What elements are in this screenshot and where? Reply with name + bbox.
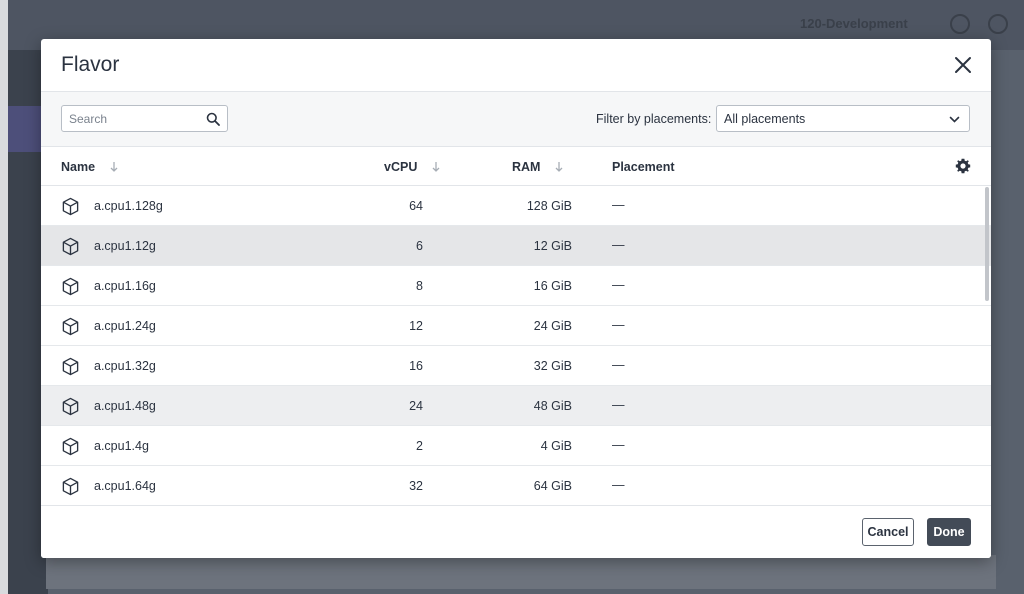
- table-header: Name vCPU RAM Placement: [41, 147, 991, 186]
- column-header-ram[interactable]: RAM: [512, 160, 564, 174]
- row-ram: 12 GiB: [533, 239, 572, 253]
- cube-icon: [61, 477, 80, 496]
- row-vcpu: 6: [416, 239, 423, 253]
- row-placement: —: [612, 198, 625, 212]
- placement-filter-value: All placements: [724, 112, 806, 126]
- row-name: a.cpu1.24g: [94, 319, 156, 333]
- row-ram: 32 GiB: [533, 359, 572, 373]
- row-placement: —: [612, 358, 625, 372]
- sort-arrow-down-icon: [110, 162, 118, 172]
- background-project-selector: 120-Development: [800, 16, 908, 31]
- cube-icon: [61, 437, 80, 456]
- row-vcpu: 12: [409, 319, 423, 333]
- search-icon[interactable]: [206, 112, 220, 126]
- row-name: a.cpu1.48g: [94, 399, 156, 413]
- sort-arrow-down-icon: [432, 162, 440, 172]
- row-placement: —: [612, 478, 625, 492]
- row-vcpu: 64: [409, 199, 423, 213]
- background-edge: [0, 0, 8, 594]
- row-vcpu: 8: [416, 279, 423, 293]
- cube-icon: [61, 317, 80, 336]
- cube-icon: [61, 397, 80, 416]
- row-name: a.cpu1.128g: [94, 199, 163, 213]
- row-name: a.cpu1.16g: [94, 279, 156, 293]
- cancel-button[interactable]: Cancel: [862, 518, 914, 546]
- column-header-name-label: Name: [61, 160, 96, 174]
- search-input[interactable]: [62, 106, 197, 131]
- user-icon: [988, 14, 1008, 34]
- chevron-down-icon: [949, 116, 960, 123]
- column-header-name[interactable]: Name: [61, 160, 119, 174]
- column-header-placement: Placement: [612, 160, 675, 174]
- placement-filter-select[interactable]: All placements: [716, 105, 970, 132]
- flavor-table-body: a.cpu1.128g 64 128 GiB — a.cpu1.12g 6 12 GiB — a…: [41, 186, 991, 506]
- table-scrollbar[interactable]: [985, 187, 989, 301]
- table-row[interactable]: a.cpu1.64g 32 64 GiB —: [41, 466, 991, 506]
- row-ram: 24 GiB: [533, 319, 572, 333]
- modal-toolbar: Filter by placements: All placements: [41, 92, 991, 147]
- cube-icon: [61, 357, 80, 376]
- row-ram: 16 GiB: [533, 279, 572, 293]
- bell-icon: [950, 14, 970, 34]
- row-vcpu: 32: [409, 479, 423, 493]
- table-row[interactable]: a.cpu1.12g 6 12 GiB —: [41, 226, 991, 266]
- column-header-ram-label: RAM: [512, 160, 541, 174]
- row-ram: 64 GiB: [533, 479, 572, 493]
- row-name: a.cpu1.12g: [94, 239, 156, 253]
- row-placement: —: [612, 278, 625, 292]
- column-header-vcpu[interactable]: vCPU: [384, 160, 441, 174]
- column-header-vcpu-label: vCPU: [384, 160, 418, 174]
- filter-label: Filter by placements:: [596, 112, 712, 126]
- done-button[interactable]: Done: [927, 518, 971, 546]
- close-icon: [955, 57, 971, 73]
- column-header-placement-label: Placement: [612, 160, 675, 174]
- table-row[interactable]: a.cpu1.16g 8 16 GiB —: [41, 266, 991, 306]
- table-row[interactable]: a.cpu1.48g 24 48 GiB —: [41, 386, 991, 426]
- close-button[interactable]: [951, 53, 975, 77]
- row-ram: 128 GiB: [526, 199, 572, 213]
- row-vcpu: 24: [409, 399, 423, 413]
- table-row[interactable]: a.cpu1.4g 2 4 GiB —: [41, 426, 991, 466]
- search-box: [61, 105, 228, 132]
- row-name: a.cpu1.32g: [94, 359, 156, 373]
- row-vcpu: 2: [416, 439, 423, 453]
- cube-icon: [61, 237, 80, 256]
- modal-title: Flavor: [61, 53, 120, 76]
- gear-icon[interactable]: [955, 158, 971, 174]
- row-placement: —: [612, 398, 625, 412]
- row-vcpu: 16: [409, 359, 423, 373]
- flavor-modal: Flavor Filter by placements: All placeme…: [41, 39, 991, 558]
- row-placement: —: [612, 438, 625, 452]
- row-ram: 4 GiB: [540, 439, 572, 453]
- row-name: a.cpu1.64g: [94, 479, 156, 493]
- modal-header: Flavor: [41, 39, 991, 92]
- sort-arrow-down-icon: [556, 162, 563, 172]
- table-row[interactable]: a.cpu1.128g 64 128 GiB —: [41, 186, 991, 226]
- row-placement: —: [612, 238, 625, 252]
- cube-icon: [61, 197, 80, 216]
- row-placement: —: [612, 318, 625, 332]
- modal-footer: Cancel Done: [41, 505, 991, 558]
- row-ram: 48 GiB: [533, 399, 572, 413]
- row-name: a.cpu1.4g: [94, 439, 149, 453]
- cube-icon: [61, 277, 80, 296]
- table-row[interactable]: a.cpu1.24g 12 24 GiB —: [41, 306, 991, 346]
- table-row[interactable]: a.cpu1.32g 16 32 GiB —: [41, 346, 991, 386]
- background-content: [46, 555, 996, 589]
